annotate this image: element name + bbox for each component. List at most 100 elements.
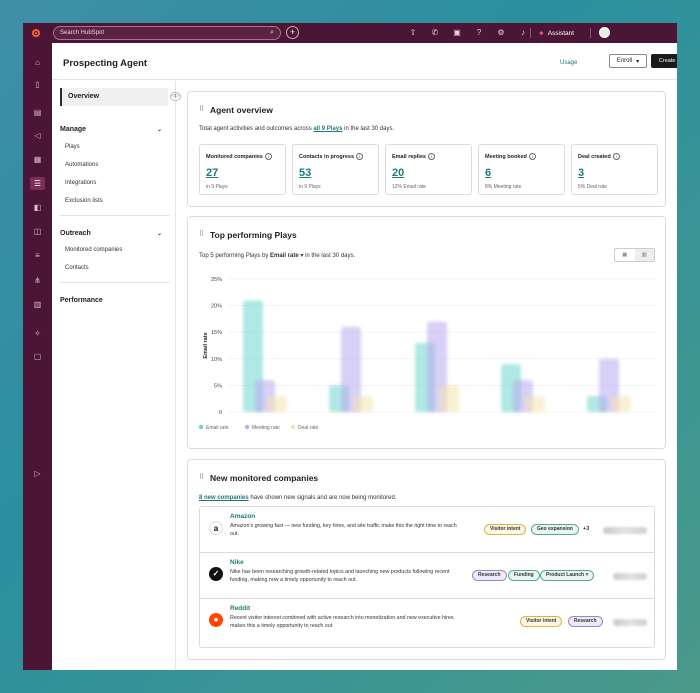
top-plays-card: ⠿ Top performing Plays Top 5 performing …: [187, 216, 666, 449]
chevron-down-icon: ⌄: [156, 231, 162, 237]
signal-tag: Research: [472, 570, 507, 581]
settings-gear-icon[interactable]: ⚙: [495, 27, 507, 39]
service-icon[interactable]: ◫: [30, 225, 45, 238]
nav-item-integrations[interactable]: Integrations: [65, 180, 96, 186]
nav-group-performance[interactable]: Performance: [60, 297, 168, 304]
blurred-avatars: [603, 527, 647, 534]
close-icon[interactable]: ×: [585, 572, 588, 578]
hubspot-logo-icon[interactable]: ⚙: [23, 23, 49, 43]
chevron-down-icon: ⌄: [156, 127, 162, 133]
agent-overview-card: ⠿ Agent overview Total agent activities …: [187, 91, 666, 207]
company-name[interactable]: Amazon: [230, 513, 255, 520]
automation-icon[interactable]: ⋔: [30, 274, 45, 287]
chart-bar: [353, 396, 373, 412]
drag-handle-icon[interactable]: ⠿: [199, 473, 204, 481]
user-avatar[interactable]: [599, 27, 610, 38]
info-icon[interactable]: i: [264, 153, 272, 160]
content-icon[interactable]: ▦: [30, 153, 45, 166]
app-window: ⚙ Search HubSpot ⌕ + ⇧ ✆ ▣ ? ⚙ ♪ ✦ Assis…: [23, 23, 677, 670]
commerce-icon[interactable]: ◧: [30, 201, 45, 214]
upgrade-icon[interactable]: ⇧: [407, 27, 419, 39]
company-name[interactable]: Nike: [230, 559, 244, 566]
metric-value[interactable]: 20: [392, 167, 404, 179]
search-placeholder: Search HubSpot: [60, 30, 105, 36]
nav-overview[interactable]: Overview: [60, 88, 168, 106]
marketplace-icon[interactable]: ▣: [451, 27, 463, 39]
metric-subtext: 5% Deal rate: [578, 184, 607, 190]
y-tick-label: 25%: [211, 277, 222, 283]
nav-item-exclusion-lists[interactable]: Exclusion lists: [65, 198, 103, 204]
metric-subtext: in 9 Plays: [206, 184, 228, 190]
breeze-icon[interactable]: ✧: [30, 327, 45, 340]
drag-handle-icon[interactable]: ⠿: [199, 105, 204, 113]
nav-item-plays[interactable]: Plays: [65, 144, 80, 150]
info-icon[interactable]: i: [528, 153, 536, 160]
secondary-nav: Overview ◁▷ Manage ⌄ Plays Automations I…: [52, 81, 181, 670]
metric-subtext: 8% Meeting rate: [485, 184, 522, 190]
info-icon[interactable]: i: [427, 153, 435, 160]
new-companies-link[interactable]: 8 new companies: [199, 495, 249, 501]
metric-label-text: Email replies: [392, 154, 426, 160]
metric-value[interactable]: 3: [578, 167, 584, 179]
desc-text: in the last 30 days.: [342, 126, 395, 132]
notifications-bell-icon[interactable]: ♪: [517, 27, 529, 39]
nav-item-automations[interactable]: Automations: [65, 162, 98, 168]
company-row[interactable]: ✓ Nike Nike has been researching growth-…: [200, 553, 654, 599]
metric-card: Meeting booked i 6 8% Meeting rate: [478, 144, 565, 195]
nav-item-contacts[interactable]: Contacts: [65, 265, 89, 271]
company-row[interactable]: a Amazon Amazon's growing fast — new fun…: [200, 507, 654, 553]
signal-tag: Research: [568, 616, 603, 627]
library-icon[interactable]: ▢: [30, 350, 45, 363]
metric-value[interactable]: 53: [299, 167, 311, 179]
phone-icon[interactable]: ✆: [429, 27, 441, 39]
marketing-icon[interactable]: ◁: [30, 129, 45, 142]
divider: [60, 215, 170, 216]
home-icon[interactable]: ⌂: [30, 56, 45, 69]
assistant-button[interactable]: ✦ Assistant: [538, 27, 574, 39]
collapse-nav-icon[interactable]: ◁▷: [170, 92, 181, 101]
info-icon[interactable]: i: [356, 153, 364, 160]
reddit-logo-icon: ●: [209, 613, 223, 627]
data-icon[interactable]: ≡: [30, 249, 45, 262]
create-play-button[interactable]: Create play: [651, 54, 677, 68]
signal-tag: Visitor intent: [520, 616, 563, 627]
legend-swatch: [244, 424, 250, 430]
legend-swatch: [198, 424, 204, 430]
company-row[interactable]: ● Reddit Recent visitor interest combine…: [200, 599, 654, 645]
reporting-icon[interactable]: ▥: [30, 298, 45, 311]
nike-logo-icon: ✓: [209, 567, 223, 581]
desc-text: have shown new signals and are now being…: [248, 495, 397, 501]
nav-group-outreach[interactable]: Outreach ⌄: [60, 230, 168, 237]
metric-value[interactable]: 6: [485, 167, 491, 179]
all-plays-link[interactable]: all 9 Plays: [313, 126, 342, 132]
expand-nav-icon[interactable]: ▷: [30, 467, 45, 480]
left-nav-rail: ⌂ ▯ ▤ ◁ ▦ ☰ ◧ ◫ ≡ ⋔ ▥ ✧ ▢ ▷: [23, 43, 52, 670]
y-tick-label: 20%: [211, 304, 222, 310]
search-icon: ⌕: [270, 29, 274, 36]
usage-link[interactable]: Usage: [560, 60, 577, 66]
metric-card: Email replies i 20 12% Email rate: [385, 144, 472, 195]
card-title: Agent overview: [210, 105, 273, 115]
y-tick-label: 0: [219, 410, 222, 416]
bookmark-icon[interactable]: ▯: [30, 78, 45, 91]
card-description: 8 new companies have shown new signals a…: [199, 495, 396, 501]
metric-value[interactable]: 27: [206, 167, 218, 179]
company-name[interactable]: Reddit: [230, 605, 250, 612]
info-icon[interactable]: i: [612, 153, 620, 160]
help-icon[interactable]: ?: [473, 27, 485, 39]
chart-bar: [439, 385, 459, 412]
more-tags-count[interactable]: +3: [583, 526, 589, 532]
enroll-dropdown[interactable]: Enroll ▾: [609, 54, 647, 68]
contacts-icon[interactable]: ▤: [30, 106, 45, 119]
desc-text: Total agent activities and outcomes acro…: [199, 126, 314, 132]
legend-label: Meeting rate: [252, 425, 280, 431]
agents-icon[interactable]: ☰: [30, 177, 45, 190]
signal-tag: Visitor intent: [484, 524, 527, 535]
create-plus-button[interactable]: +: [286, 26, 299, 39]
sparkle-icon: ✦: [538, 28, 545, 38]
divider: [530, 28, 531, 38]
search-input[interactable]: Search HubSpot ⌕: [53, 26, 281, 40]
nav-group-manage[interactable]: Manage ⌄: [60, 126, 168, 133]
nav-item-monitored-companies[interactable]: Monitored companies: [65, 247, 122, 253]
company-description: Recent visitor interest combined with ac…: [230, 615, 454, 629]
